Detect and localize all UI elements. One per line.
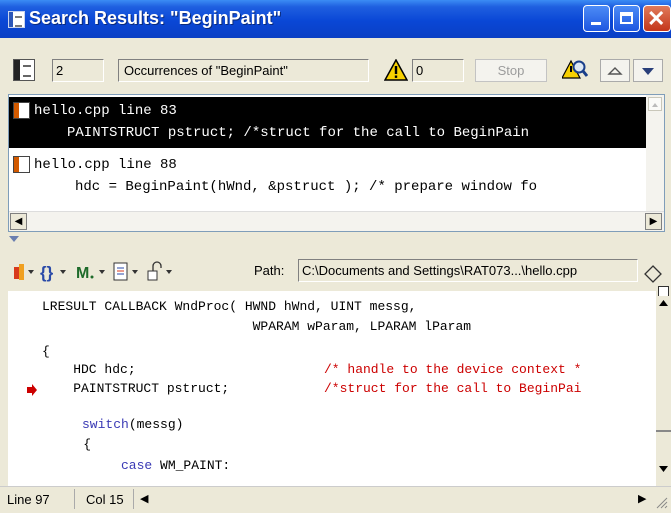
code-line: { — [52, 437, 92, 452]
scroll-up-button[interactable] — [648, 97, 662, 111]
code-comment: /*struct for the call to BeginPai — [324, 381, 582, 396]
scrollbar-thumb[interactable] — [656, 430, 671, 432]
triangle-down-icon — [642, 68, 654, 75]
status-divider — [133, 489, 134, 509]
scroll-left-button[interactable]: ◀ — [10, 213, 27, 230]
scroll-right-icon[interactable]: ▶ — [638, 492, 646, 505]
result-item[interactable]: hello.cpp line 83 PAINTSTRUCT pstruct; /… — [9, 97, 646, 148]
window-title: Search Results: "BeginPaint" — [29, 8, 282, 28]
stop-button[interactable]: Stop — [475, 59, 547, 82]
warning-icon[interactable] — [384, 59, 408, 81]
code-keyword: switch — [82, 417, 129, 432]
resize-grip-icon[interactable] — [654, 495, 668, 509]
breakpoint-arrow-icon — [27, 384, 37, 396]
result-header: hello.cpp line 83 — [34, 103, 177, 119]
svg-text:M: M — [76, 265, 89, 282]
app-icon — [8, 11, 25, 28]
code-line: LRESULT CALLBACK WndProc( HWND hWnd, UIN… — [42, 299, 417, 314]
code-line: PAINTSTRUCT pstruct; /*struct for the cal… — [42, 381, 581, 396]
previous-result-button[interactable] — [600, 59, 630, 82]
search-results-window: Search Results: "BeginPaint" ✕ 2 Occurre… — [0, 0, 671, 513]
diamond-icon[interactable] — [644, 263, 662, 285]
scroll-down-icon[interactable] — [657, 464, 670, 474]
close-icon: ✕ — [647, 6, 666, 31]
splitter-toggle-icon[interactable] — [8, 234, 20, 244]
minimize-button[interactable] — [583, 5, 610, 32]
result-item[interactable]: hello.cpp line 88 hdc = BeginPaint(hWnd,… — [9, 151, 646, 202]
code-text: WM_PAINT: — [152, 458, 231, 473]
maximize-icon — [620, 12, 633, 24]
code-editor[interactable]: LRESULT CALLBACK WndProc( HWND hWnd, UIN… — [8, 291, 656, 486]
source-file-icon — [13, 102, 30, 119]
results-horizontal-scrollbar[interactable]: ◀ ▶ — [9, 211, 664, 231]
occurrence-count-field: 2 — [52, 59, 104, 82]
svg-text:{}: {} — [40, 263, 54, 282]
result-header: hello.cpp line 88 — [34, 157, 177, 173]
code-keyword: case — [121, 458, 153, 473]
scroll-up-icon[interactable] — [657, 298, 670, 308]
code-line: switch(messg) — [82, 417, 183, 432]
result-line: PAINTSTRUCT pstruct; /*struct for the ca… — [67, 125, 530, 141]
code-comment: /* handle to the device context * — [324, 362, 582, 377]
code-text: PAINTSTRUCT pstruct; — [42, 381, 230, 396]
path-field[interactable]: C:\Documents and Settings\RAT073...\hell… — [298, 259, 638, 282]
occurrences-label: Occurrences of "BeginPaint" — [118, 59, 369, 82]
path-label: Path: — [254, 263, 285, 278]
code-text: (messg) — [128, 417, 184, 432]
code-text: HDC hdc; — [42, 362, 136, 377]
braces-menu-icon[interactable]: {} — [38, 261, 68, 283]
status-divider — [74, 489, 75, 509]
scroll-left-icon[interactable]: ◀ — [140, 492, 148, 505]
code-line: { — [42, 344, 50, 359]
scroll-up-icon — [652, 103, 658, 107]
triangle-up-icon — [607, 67, 623, 75]
search-results-list[interactable]: hello.cpp line 83 PAINTSTRUCT pstruct; /… — [8, 94, 665, 232]
document-menu-icon[interactable] — [111, 261, 141, 283]
warning-count-field: 0 — [412, 59, 464, 82]
results-list-icon — [13, 59, 35, 81]
line-indicator: Line 97 — [7, 492, 50, 507]
minimize-icon — [591, 22, 601, 25]
marker-menu-icon[interactable]: M — [74, 261, 108, 283]
scroll-right-button[interactable]: ▶ — [645, 213, 662, 230]
results-vertical-scrollbar[interactable] — [646, 95, 664, 211]
source-file-icon — [13, 156, 30, 173]
find-warning-icon[interactable] — [562, 58, 588, 82]
column-indicator: Col 15 — [86, 492, 124, 507]
code-line: case WM_PAINT: — [121, 458, 230, 473]
code-line: WPARAM wParam, LPARAM lParam — [42, 319, 472, 334]
close-button[interactable]: ✕ — [643, 5, 671, 32]
editor-vertical-scrollbar[interactable] — [656, 296, 671, 486]
search-toolbar: 2 Occurrences of "BeginPaint" 0 Stop — [0, 56, 671, 90]
function-menu-icon[interactable] — [10, 261, 36, 283]
maximize-button[interactable] — [613, 5, 640, 32]
next-result-button[interactable] — [633, 59, 663, 82]
code-line: HDC hdc; /* handle to the device context … — [42, 362, 581, 377]
lock-menu-icon[interactable] — [145, 261, 175, 283]
result-line: hdc = BeginPaint(hWnd, &pstruct ); /* pr… — [75, 179, 538, 195]
status-bar: Line 97 Col 15 ◀ ▶ — [0, 486, 671, 513]
title-bar[interactable]: Search Results: "BeginPaint" ✕ — [0, 0, 671, 38]
